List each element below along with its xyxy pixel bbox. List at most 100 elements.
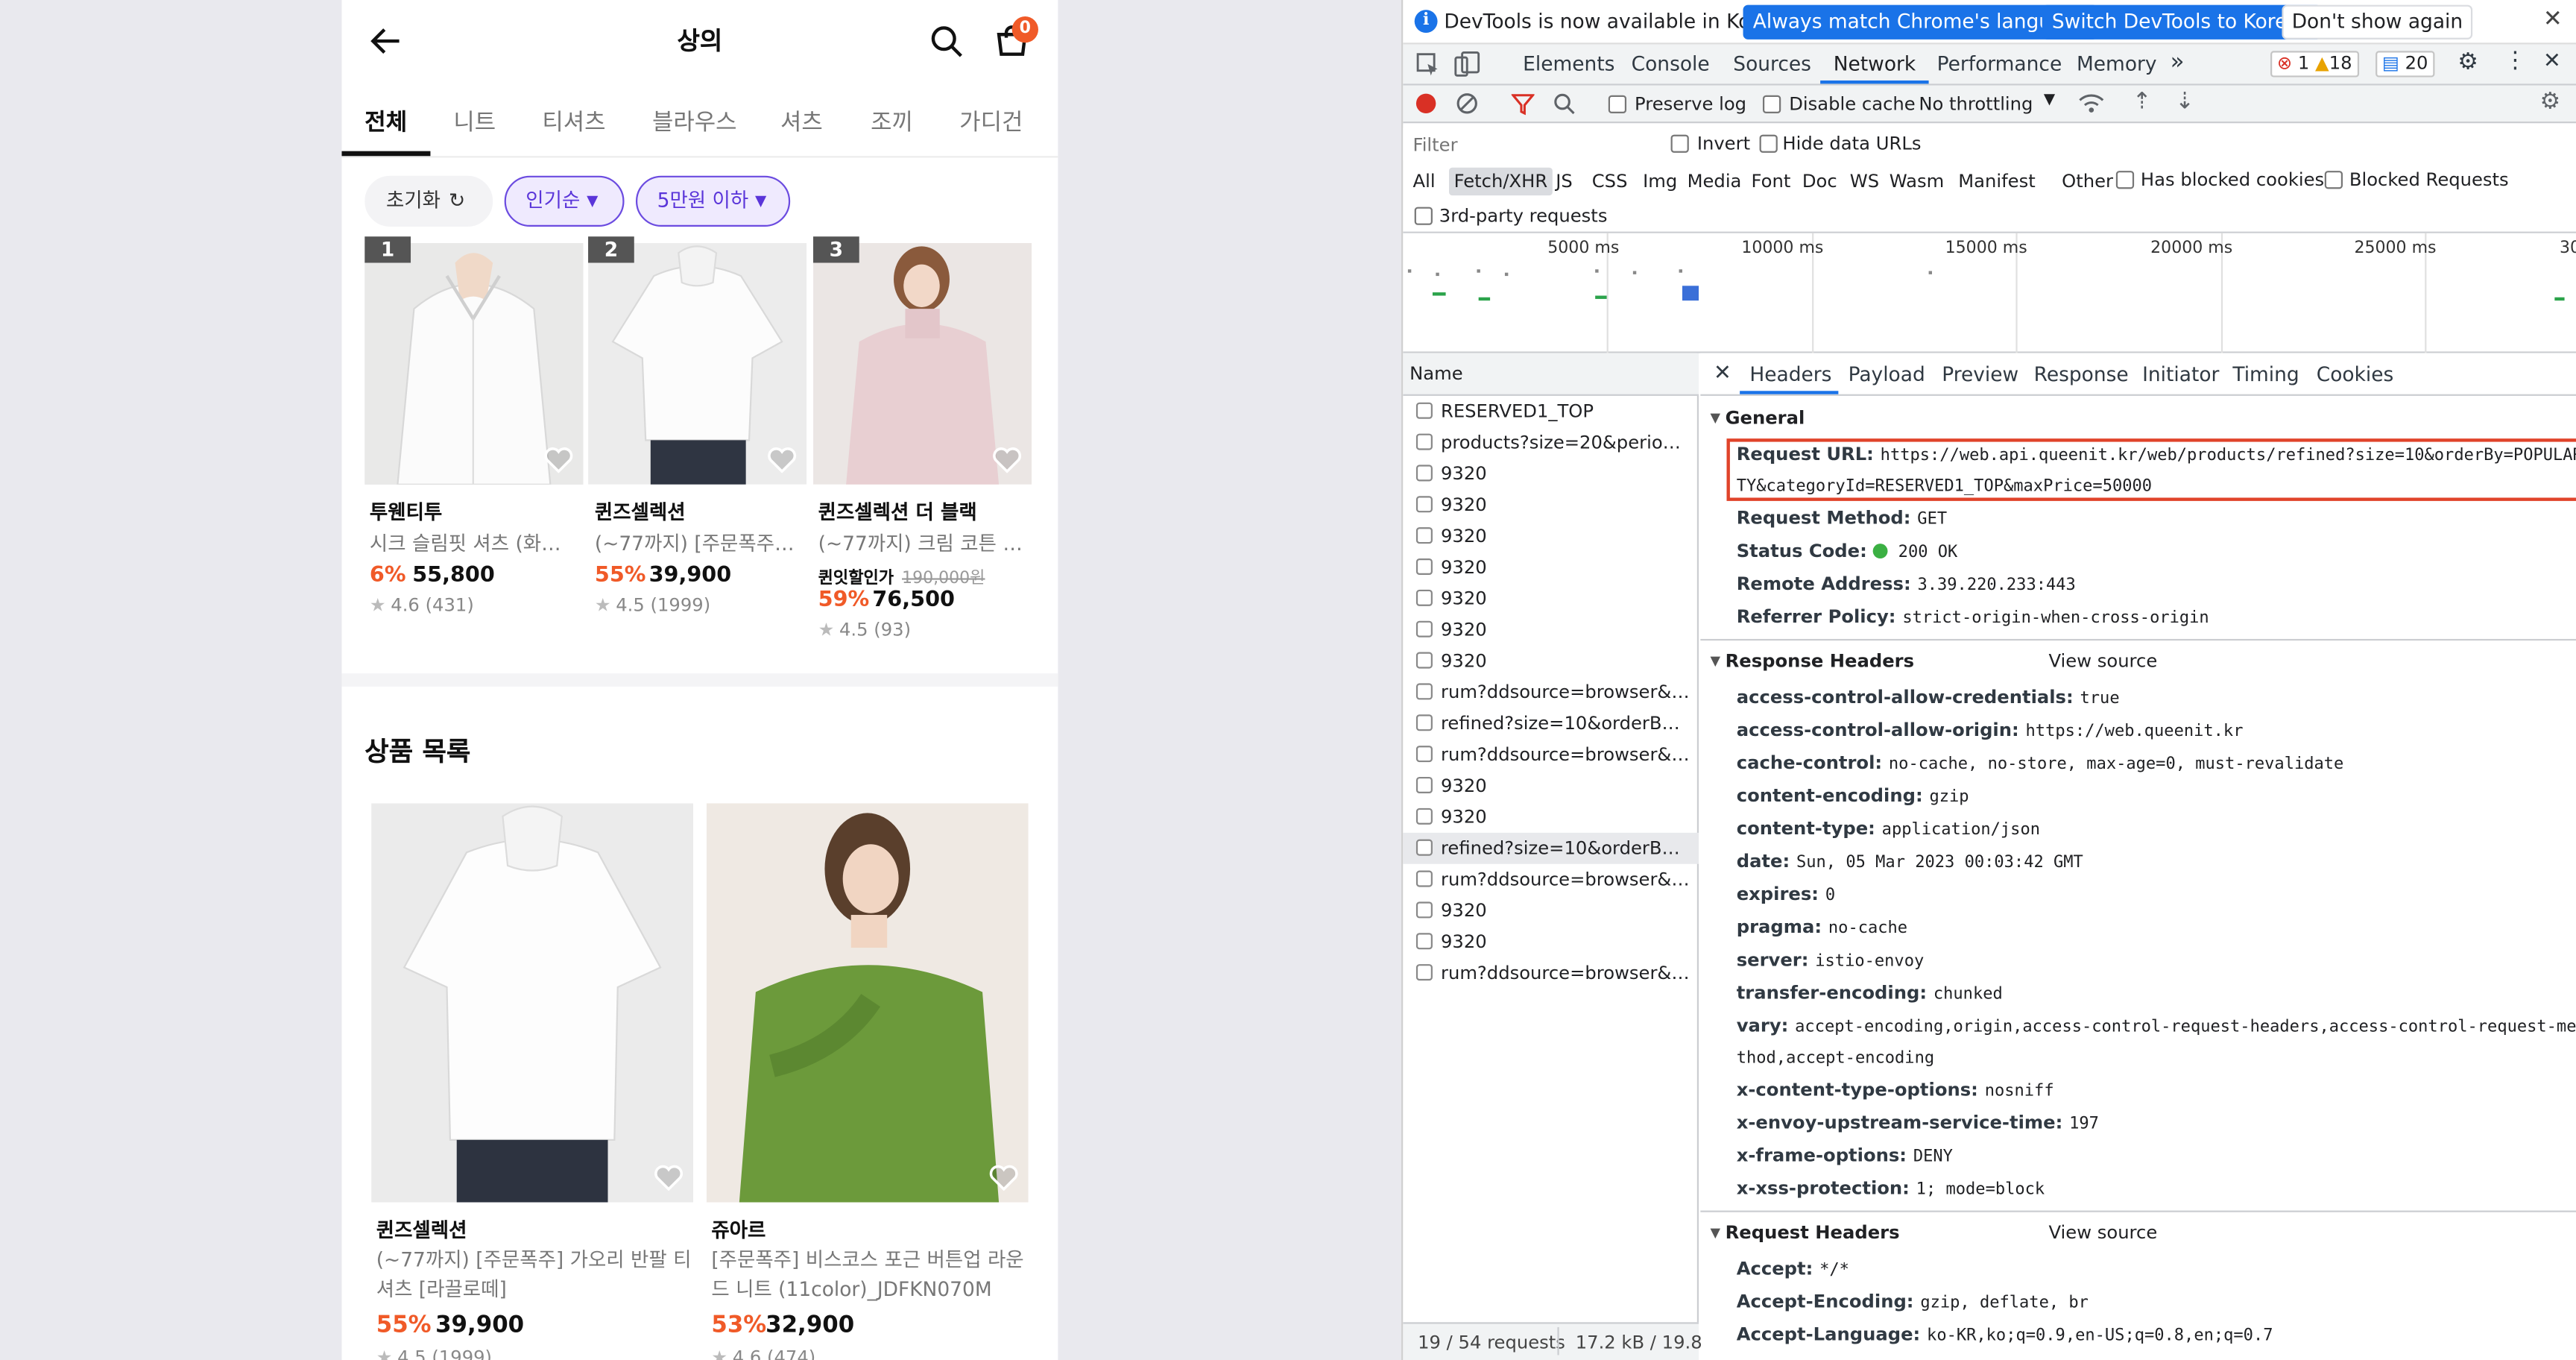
request-row[interactable]: 9320 bbox=[1403, 646, 1699, 677]
heart-icon[interactable] bbox=[544, 447, 574, 473]
request-row[interactable]: 9320 bbox=[1403, 770, 1699, 802]
record-icon[interactable] bbox=[1415, 93, 1436, 114]
blocked-cookies-checkbox[interactable] bbox=[2115, 171, 2135, 189]
heart-icon[interactable] bbox=[654, 1165, 684, 1191]
tab-memory[interactable]: Memory bbox=[2077, 52, 2157, 75]
request-row[interactable]: rum?ddsource=browser&ddt... bbox=[1403, 739, 1699, 770]
inspect-element-icon[interactable] bbox=[1416, 52, 1439, 76]
disable-cache-checkbox[interactable] bbox=[1762, 95, 1781, 114]
device-toolbar-icon[interactable] bbox=[1454, 51, 1480, 77]
dont-show-again-button[interactable]: Don't show again bbox=[2282, 4, 2473, 40]
product-name[interactable]: 시크 슬림핏 셔츠 (화이트) bbox=[370, 529, 575, 556]
search-icon[interactable] bbox=[1553, 92, 1576, 115]
product-name[interactable]: (~77까지) 크림 코튼 터틀넥 bbox=[818, 529, 1024, 556]
sort-dropdown[interactable]: 인기순 ▼ bbox=[504, 175, 625, 227]
type-filter-other[interactable]: Other bbox=[2057, 168, 2118, 195]
close-devtools-icon[interactable]: ✕ bbox=[2543, 49, 2561, 74]
clear-icon[interactable] bbox=[1456, 92, 1479, 115]
tab-console[interactable]: Console bbox=[1632, 52, 1710, 75]
request-row[interactable]: refined?size=10&orderBy=P... bbox=[1403, 708, 1699, 739]
request-row[interactable]: rum?ddsource=browser&ddt... bbox=[1403, 864, 1699, 895]
network-settings-icon[interactable]: ⚙ bbox=[2540, 89, 2561, 115]
tab-timing[interactable]: Timing bbox=[2232, 363, 2299, 386]
request-row[interactable]: 9320 bbox=[1403, 520, 1699, 552]
export-har-icon[interactable]: ⇣ bbox=[2175, 89, 2194, 115]
type-filter-ws[interactable]: WS bbox=[1845, 168, 1884, 195]
switch-korean-button[interactable]: Switch DevTools to Korean bbox=[2042, 4, 2322, 40]
chevron-down-icon[interactable]: ▼ bbox=[2044, 92, 2055, 108]
import-har-icon[interactable]: ⇡ bbox=[2133, 89, 2152, 115]
request-row[interactable]: 9320 bbox=[1403, 489, 1699, 520]
search-icon[interactable] bbox=[930, 25, 963, 57]
price-filter-dropdown[interactable]: 5만원 이하 ▼ bbox=[635, 175, 791, 227]
tab-initiator[interactable]: Initiator bbox=[2142, 363, 2219, 386]
tab-knit[interactable]: 니트 bbox=[453, 105, 496, 138]
hide-data-urls-checkbox[interactable] bbox=[1759, 134, 1778, 153]
request-row[interactable]: rum?ddsource=browser&ddt... bbox=[1403, 677, 1699, 708]
tab-cookies[interactable]: Cookies bbox=[2317, 363, 2394, 386]
heart-icon[interactable] bbox=[989, 1165, 1019, 1191]
list-product-image-1[interactable] bbox=[371, 803, 694, 1203]
request-row-selected[interactable]: refined?size=10&orderBy=P... bbox=[1403, 832, 1699, 864]
tab-vest[interactable]: 조끼 bbox=[871, 105, 913, 138]
product-name[interactable]: (~77까지) [주문폭주] 가오리 반팔 bbox=[595, 529, 801, 556]
tab-all[interactable]: 전체 bbox=[364, 105, 407, 138]
kebab-menu-icon[interactable]: ⋮ bbox=[2504, 48, 2527, 74]
reset-filter-button[interactable]: 초기화 ↻ bbox=[364, 175, 493, 227]
tab-headers[interactable]: Headers bbox=[1749, 363, 1831, 386]
third-party-checkbox[interactable] bbox=[1414, 207, 1433, 225]
issue-counters[interactable]: ⊗ 1 ▲18 bbox=[2270, 51, 2359, 78]
tab-response[interactable]: Response bbox=[2034, 363, 2129, 386]
filter-funnel-icon[interactable] bbox=[1511, 92, 1535, 116]
tab-sources[interactable]: Sources bbox=[1733, 52, 1811, 75]
request-headers-section-header[interactable]: ▼ Request Headers View source bbox=[1700, 1222, 2576, 1244]
name-column-header[interactable]: Name bbox=[1403, 353, 1699, 396]
response-headers-section-header[interactable]: ▼ Response Headers View source bbox=[1700, 650, 2576, 672]
blocked-requests-checkbox[interactable] bbox=[2324, 171, 2343, 189]
tab-elements[interactable]: Elements bbox=[1523, 52, 1614, 75]
type-filter-font[interactable]: Font bbox=[1746, 168, 1796, 195]
request-row[interactable]: RESERVED1_TOP bbox=[1403, 396, 1699, 427]
type-filter-all[interactable]: All bbox=[1408, 168, 1440, 195]
type-filter-manifest[interactable]: Manifest bbox=[1954, 168, 2041, 195]
type-filter-wasm[interactable]: Wasm bbox=[1884, 168, 1949, 195]
type-filter-js[interactable]: JS bbox=[1551, 168, 1578, 195]
request-row[interactable]: 9320 bbox=[1403, 926, 1699, 957]
general-section-header[interactable]: ▼ General bbox=[1700, 407, 2576, 429]
settings-gear-icon[interactable]: ⚙ bbox=[2457, 49, 2478, 75]
tab-cardigan[interactable]: 가디건 bbox=[959, 105, 1023, 138]
request-row[interactable]: 9320 bbox=[1403, 895, 1699, 927]
type-filter-media[interactable]: Media bbox=[1682, 168, 1746, 195]
request-row[interactable]: 9320 bbox=[1403, 552, 1699, 583]
type-filter-css[interactable]: CSS bbox=[1587, 168, 1632, 195]
product-name[interactable]: [주문폭주] 비스코스 포근 버튼업 라운드 니트 (11color)_JDFK… bbox=[711, 1245, 1026, 1304]
type-filter-img[interactable]: Img bbox=[1638, 168, 1682, 195]
network-conditions-icon[interactable] bbox=[2078, 92, 2104, 115]
invert-checkbox[interactable] bbox=[1670, 134, 1689, 153]
tab-payload[interactable]: Payload bbox=[1849, 363, 1925, 386]
tab-blouse[interactable]: 블라우스 bbox=[652, 105, 737, 138]
type-filter-fetch-xhr[interactable]: Fetch/XHR bbox=[1449, 167, 1553, 196]
more-tabs-icon[interactable]: » bbox=[2171, 49, 2185, 75]
throttling-select[interactable]: No throttling bbox=[1919, 94, 2033, 116]
close-detail-icon[interactable]: ✕ bbox=[1714, 362, 1731, 386]
preserve-log-checkbox[interactable] bbox=[1608, 95, 1627, 114]
tab-preview[interactable]: Preview bbox=[1942, 363, 2018, 386]
request-row[interactable]: 9320 bbox=[1403, 459, 1699, 490]
request-row[interactable]: 9320 bbox=[1403, 802, 1699, 833]
tab-tshirt[interactable]: 티셔츠 bbox=[542, 105, 605, 138]
list-product-image-2[interactable] bbox=[706, 803, 1029, 1203]
filter-input[interactable] bbox=[1403, 128, 1653, 161]
product-name[interactable]: (~77까지) [주문폭주] 가오리 반팔 티셔츠 [라끌로떼] bbox=[376, 1245, 692, 1304]
tab-performance[interactable]: Performance bbox=[1937, 52, 2062, 75]
view-source-link[interactable]: View source bbox=[2048, 1222, 2157, 1244]
tab-shirt[interactable]: 셔츠 bbox=[780, 105, 823, 138]
close-icon[interactable]: ✕ bbox=[2543, 7, 2563, 33]
heart-icon[interactable] bbox=[767, 447, 797, 473]
message-counter[interactable]: ▤ 20 bbox=[2375, 51, 2435, 78]
request-row[interactable]: rum?ddsource=browser&ddt... bbox=[1403, 957, 1699, 989]
request-row[interactable]: products?size=20&period=D... bbox=[1403, 427, 1699, 459]
heart-icon[interactable] bbox=[992, 447, 1022, 473]
view-source-link[interactable]: View source bbox=[2048, 650, 2157, 672]
request-row[interactable]: 9320 bbox=[1403, 583, 1699, 614]
